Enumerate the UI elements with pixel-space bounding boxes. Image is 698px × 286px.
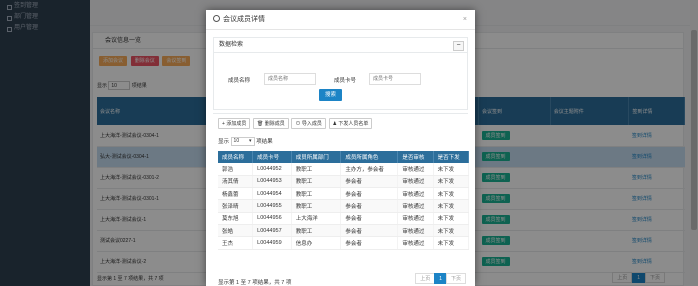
table-cell: 张泽晴 xyxy=(218,199,254,213)
search-heading: 数据检索 xyxy=(214,38,467,53)
table-cell: 审核通过 xyxy=(397,187,434,201)
table-cell: L0044952 xyxy=(252,163,292,176)
delete-member-button[interactable]: 🗑︎ 删除成员 xyxy=(253,118,289,129)
table-cell: 郭浩 xyxy=(218,163,254,176)
table-cell: L0044953 xyxy=(252,175,292,189)
search-button[interactable]: 搜索 xyxy=(319,89,342,101)
member-detail-modal: 会议成员详情 × 数据检索 − 成员名称 成员卡号 搜索 + 添加成员 🗑︎ 删… xyxy=(206,10,475,286)
member-card-input[interactable] xyxy=(369,73,421,85)
info-icon xyxy=(213,15,220,22)
table-row[interactable]: 汤其倩 L0044953 教职工 参会者 审核通过 未下发 xyxy=(218,175,470,189)
table-cell: 未下发 xyxy=(433,199,470,213)
add-member-label: 添加成员 xyxy=(226,121,247,127)
table-cell: L0044959 xyxy=(252,236,292,250)
add-member-button[interactable]: + 添加成员 xyxy=(218,118,251,129)
table-cell: 参会者 xyxy=(340,212,399,225)
table-row[interactable]: 张泽晴 L0044955 教职工 参会者 审核通过 未下发 xyxy=(218,199,470,213)
table-cell: 教职工 xyxy=(291,163,342,176)
table-cell: 审核通过 xyxy=(397,163,434,176)
table-cell: 审核通过 xyxy=(397,175,434,189)
member-page-size-select[interactable]: 10 xyxy=(230,137,255,147)
import-member-label: 导入成员 xyxy=(301,121,322,127)
show-prefix: 显示 xyxy=(218,139,230,145)
table-cell: 张皓 xyxy=(218,224,254,238)
table-cell: 未下发 xyxy=(433,236,470,250)
table-cell: 教职工 xyxy=(291,187,342,201)
prev-page-button[interactable]: 上页 xyxy=(415,273,436,284)
column-header[interactable]: 成员所属部门 xyxy=(291,151,342,163)
column-header[interactable]: 成员卡号 xyxy=(252,151,292,163)
table-cell: 参会者 xyxy=(340,175,399,189)
table-row[interactable]: 张皓 L0044957 教职工 参会者 审核通过 未下发 xyxy=(218,224,470,238)
member-footer: 显示第 1 至 7 项结果，共 7 项 xyxy=(218,280,292,286)
table-cell: 审核通过 xyxy=(397,236,434,250)
table-cell: 教职工 xyxy=(291,199,342,213)
user-icon: ♟ xyxy=(332,121,338,127)
table-cell: 信息办 xyxy=(291,236,342,250)
table-cell: 未下发 xyxy=(433,163,470,176)
table-cell: 未下发 xyxy=(433,187,470,201)
member-name-label: 成员名称 xyxy=(228,78,251,84)
table-cell: 杨鑫蕾 xyxy=(218,187,254,201)
column-header[interactable]: 成员名称 xyxy=(218,151,254,163)
table-cell: 教职工 xyxy=(291,224,342,238)
modal-header: 会议成员详情 × xyxy=(206,10,475,30)
table-cell: 参会者 xyxy=(340,224,399,238)
table-cell: L0044956 xyxy=(252,212,292,225)
column-header[interactable]: 是否下发 xyxy=(433,151,470,163)
column-header[interactable]: 成员所属角色 xyxy=(340,151,399,163)
table-cell: 未下发 xyxy=(433,224,470,238)
collapse-button[interactable]: − xyxy=(453,41,464,51)
table-cell: 汤其倩 xyxy=(218,175,254,189)
show-suffix: 项结果 xyxy=(256,139,273,145)
table-cell: L0044955 xyxy=(252,199,292,213)
table-cell: 未下发 xyxy=(433,212,470,225)
table-cell: 主办方，参会者 xyxy=(340,163,399,176)
column-header[interactable]: 是否审核 xyxy=(397,151,434,163)
member-page-size: 显示 10 项结果 xyxy=(218,137,273,147)
table-cell: 审核通过 xyxy=(397,212,434,225)
modal-title: 会议成员详情 xyxy=(223,16,265,23)
member-table: 成员名称 成员卡号 成员所属部门 成员所属角色 是否审核 是否下发 郭浩 L0044952 教… xyxy=(218,151,470,250)
member-name-input[interactable] xyxy=(264,73,316,85)
import-icon: ⊙ xyxy=(295,121,301,127)
member-pager: 上页 1 下页 xyxy=(415,273,466,284)
member-toolbar: + 添加成员 🗑︎ 删除成员 ⊙ 导入成员 ♟ 下发人员名单 xyxy=(218,118,373,129)
table-row[interactable]: 郭浩 L0044952 教职工 主办方，参会者 审核通过 未下发 xyxy=(218,163,470,176)
table-cell: 审核通过 xyxy=(397,199,434,213)
close-icon[interactable]: × xyxy=(463,10,467,30)
delete-member-label: 删除成员 xyxy=(264,121,285,127)
table-cell: L0044957 xyxy=(252,224,292,238)
dispatch-list-label: 下发人员名单 xyxy=(338,121,369,127)
table-cell: 参会者 xyxy=(340,199,399,213)
table-cell: 上大海洋 xyxy=(291,212,342,225)
table-row[interactable]: 杨鑫蕾 L0044954 教职工 参会者 审核通过 未下发 xyxy=(218,187,470,201)
table-cell: 审核通过 xyxy=(397,224,434,238)
member-card-label: 成员卡号 xyxy=(334,78,357,84)
divider xyxy=(213,113,468,114)
table-row[interactable]: 王杰 L0044959 信息办 参会者 审核通过 未下发 xyxy=(218,236,470,250)
trash-icon: 🗑︎ xyxy=(257,121,264,127)
import-member-button[interactable]: ⊙ 导入成员 xyxy=(291,118,326,129)
table-cell: 莫东旭 xyxy=(218,212,254,225)
table-cell: L0044954 xyxy=(252,187,292,201)
table-row[interactable]: 莫东旭 L0044956 上大海洋 参会者 审核通过 未下发 xyxy=(218,212,470,225)
table-cell: 参会者 xyxy=(340,187,399,201)
table-cell: 王杰 xyxy=(218,236,254,250)
next-page-button[interactable]: 下页 xyxy=(445,273,466,284)
table-cell: 参会者 xyxy=(340,236,399,250)
table-cell: 教职工 xyxy=(291,175,342,189)
table-cell: 未下发 xyxy=(433,175,470,189)
dispatch-list-button[interactable]: ♟ 下发人员名单 xyxy=(328,118,373,129)
